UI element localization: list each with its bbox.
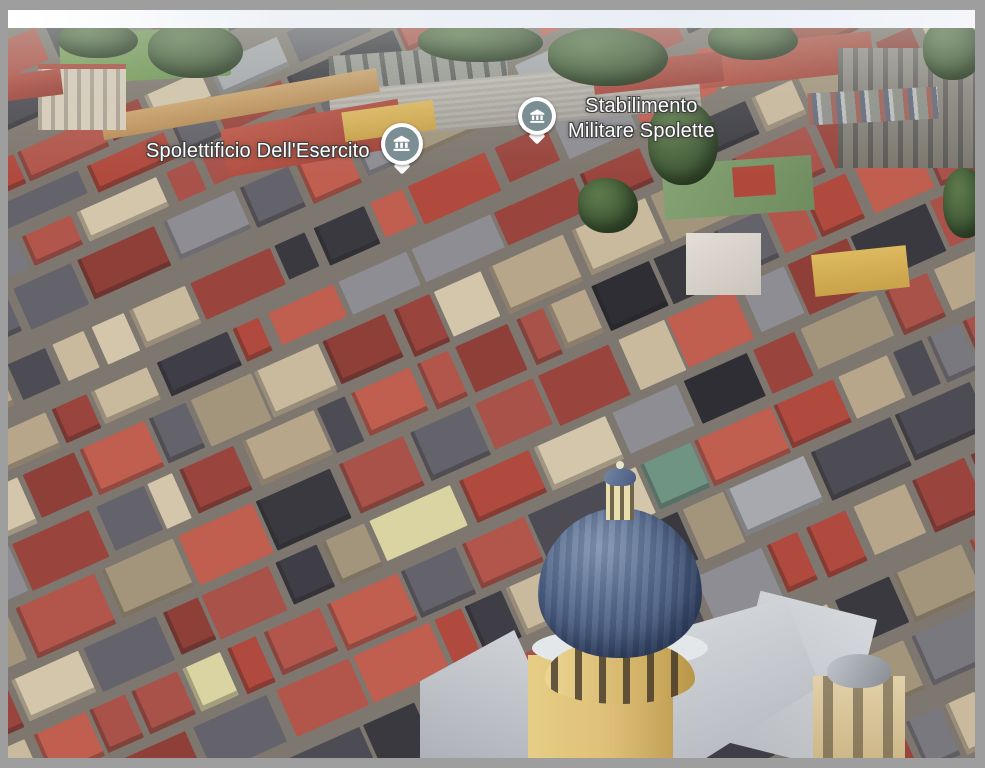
building-block	[190, 247, 286, 319]
white-building	[686, 233, 761, 295]
building-block	[163, 190, 252, 261]
building-block	[351, 368, 429, 437]
building-block	[774, 380, 852, 449]
building-block	[132, 671, 196, 734]
place-label-spolettificio[interactable]: Spolettificio Dell'Esercito	[146, 126, 423, 176]
parking-lot-right	[807, 87, 938, 126]
building-block	[22, 215, 83, 266]
tree	[548, 28, 668, 86]
window-frame: Spolettificio Dell'Esercito	[0, 0, 985, 768]
tree	[148, 28, 243, 78]
building-block	[52, 331, 99, 382]
building-block	[895, 382, 975, 461]
place-label-text: Stabilimento Militare Spolette	[568, 94, 715, 144]
top-strip	[8, 10, 975, 28]
historic-building-pin-icon[interactable]	[381, 123, 423, 173]
tree	[578, 178, 638, 233]
building-block	[179, 446, 252, 513]
building-block	[753, 331, 814, 394]
building-block	[13, 263, 89, 330]
building-block	[11, 650, 96, 721]
building-block	[52, 394, 101, 443]
building-block	[8, 347, 61, 400]
building-block	[893, 544, 975, 622]
lantern-finial	[616, 461, 624, 469]
place-label-text: Spolettificio Dell'Esercito	[146, 140, 370, 163]
map-3d-view[interactable]: Spolettificio Dell'Esercito	[8, 28, 975, 758]
building-block	[91, 367, 161, 423]
building-block	[323, 313, 405, 384]
pin-inner-circle	[522, 101, 552, 131]
pin-disc	[518, 97, 556, 135]
lantern-cap	[604, 468, 636, 486]
bell-tower	[813, 676, 905, 758]
classical-building-glyph	[528, 107, 547, 126]
building-block	[263, 608, 338, 676]
pin-disc	[381, 123, 423, 165]
place-label-stabilimento[interactable]: Stabilimento Militare Spolette	[518, 92, 715, 144]
church-dome	[538, 508, 702, 658]
historic-building-pin-icon[interactable]	[518, 97, 556, 143]
building-block	[23, 452, 94, 519]
building-block	[313, 205, 381, 266]
classical-building-glyph	[391, 133, 412, 154]
building-block	[410, 406, 491, 481]
bell-tower-cupola	[827, 654, 891, 688]
building-block	[475, 378, 553, 450]
church	[420, 480, 820, 758]
building-block	[838, 356, 905, 420]
building-block	[233, 318, 273, 362]
building-block	[591, 261, 668, 331]
building-block	[370, 188, 418, 238]
pin-inner-circle	[385, 127, 419, 161]
building-block	[752, 80, 807, 131]
building-block	[853, 484, 926, 556]
building-block	[129, 285, 201, 347]
rooftop-hut	[732, 165, 776, 198]
building-block	[455, 324, 527, 392]
